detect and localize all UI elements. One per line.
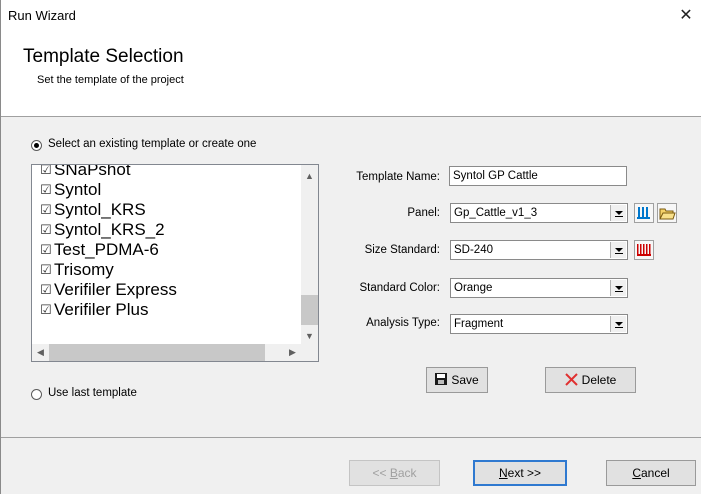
chevron-down-icon[interactable] (610, 242, 626, 258)
list-item[interactable]: ☑ Verifiler Plus (32, 300, 304, 320)
cancel-button[interactable]: Cancel (606, 460, 696, 486)
save-button[interactable]: Save (426, 367, 488, 393)
analysis-type-select[interactable]: Fragment (450, 314, 628, 334)
back-button-label: << Back (372, 466, 417, 480)
panel-bars-icon (637, 207, 650, 219)
size-standard-select[interactable]: SD-240 (450, 240, 628, 260)
list-item[interactable]: ☑ Verifiler Express (32, 280, 304, 300)
next-button-label: Next >> (498, 466, 542, 480)
template-list[interactable]: ☑ SNaPshot ☑ Syntol ☑ Syntol_KRS ☑ Syntol_KRS_2… (31, 164, 319, 362)
chevron-down-icon[interactable] (610, 280, 626, 296)
list-item[interactable]: ☑ Syntol (32, 180, 304, 200)
vertical-scrollbar[interactable]: ▲ ▼ (301, 165, 318, 346)
template-list-items: ☑ SNaPshot ☑ Syntol ☑ Syntol_KRS ☑ Syntol_KRS_2… (32, 164, 304, 320)
checkbox-icon[interactable]: ☑ (40, 284, 52, 297)
list-item-label: Test_PDMA-6 (54, 240, 159, 259)
cancel-button-label: Cancel (632, 466, 670, 480)
back-button[interactable]: << Back (349, 460, 440, 486)
template-name-label: Template Name: (356, 171, 440, 183)
title-bar: Run Wizard ✕ (1, 0, 701, 32)
analysis-type-value: Fragment (454, 318, 504, 330)
delete-button-label: Delete (581, 373, 617, 387)
horizontal-scroll-thumb[interactable] (49, 344, 265, 361)
scroll-left-icon[interactable]: ◀ (32, 347, 49, 358)
save-button-label: Save (451, 373, 479, 387)
checkbox-icon[interactable]: ☑ (40, 224, 52, 237)
checkbox-icon[interactable]: ☑ (40, 165, 52, 177)
list-item[interactable]: ☑ Syntol_KRS_2 (32, 220, 304, 240)
scroll-down-icon[interactable]: ▼ (301, 331, 318, 341)
select-existing-label: Select an existing template or create on… (48, 138, 257, 150)
floppy-disk-icon (435, 373, 448, 385)
vertical-scroll-thumb[interactable] (301, 295, 318, 325)
checkbox-icon[interactable]: ☑ (40, 264, 52, 277)
open-folder-icon (659, 208, 676, 220)
checkbox-icon[interactable]: ☑ (40, 244, 52, 257)
footer-separator (1, 437, 701, 438)
select-existing-radio[interactable] (31, 140, 42, 151)
checkbox-icon[interactable]: ☑ (40, 304, 52, 317)
list-item[interactable]: ☑ Test_PDMA-6 (32, 240, 304, 260)
list-item-label: Trisomy (54, 260, 114, 279)
checkbox-icon[interactable]: ☑ (40, 184, 52, 197)
size-standard-bars-icon (637, 244, 651, 256)
page-title: Template Selection (23, 46, 184, 67)
window-title: Run Wizard (8, 8, 76, 23)
list-item-label: SNaPshot (54, 164, 131, 179)
wizard-header: Template Selection Set the template of t… (1, 32, 701, 117)
list-item-label: Verifiler Plus (54, 300, 149, 319)
open-folder-button[interactable] (657, 203, 677, 223)
list-item-label: Syntol_KRS_2 (54, 220, 165, 239)
scrollbar-corner (301, 344, 318, 361)
panel-select[interactable]: Gp_Cattle_v1_3 (450, 203, 628, 223)
panel-select-value: Gp_Cattle_v1_3 (454, 207, 538, 219)
chevron-down-icon[interactable] (610, 205, 626, 221)
list-item-label: Syntol (54, 180, 102, 199)
size-standard-label: Size Standard: (364, 244, 440, 256)
analysis-type-label: Analysis Type: (366, 317, 440, 329)
run-wizard-window: Run Wizard ✕ Template Selection Set the … (0, 0, 701, 494)
standard-color-select[interactable]: Orange (450, 278, 628, 298)
close-icon[interactable]: ✕ (676, 6, 696, 26)
size-standard-editor-button[interactable] (634, 240, 654, 260)
standard-color-label: Standard Color: (359, 282, 440, 294)
delete-x-icon (564, 373, 578, 386)
scroll-right-icon[interactable]: ▶ (284, 347, 301, 358)
delete-button[interactable]: Delete (545, 367, 636, 393)
scroll-up-icon[interactable]: ▲ (301, 171, 318, 181)
checkbox-icon[interactable]: ☑ (40, 204, 52, 217)
chevron-down-icon[interactable] (610, 316, 626, 332)
panel-label: Panel: (407, 207, 440, 219)
list-item[interactable]: ☑ Syntol_KRS (32, 200, 304, 220)
use-last-template-radio[interactable] (31, 389, 42, 400)
use-last-template-label: Use last template (48, 387, 137, 399)
template-name-input[interactable]: Syntol GP Cattle (449, 166, 627, 186)
standard-color-value: Orange (454, 282, 493, 294)
size-standard-value: SD-240 (454, 244, 493, 256)
panel-editor-button[interactable] (634, 203, 654, 223)
next-button[interactable]: Next >> (473, 460, 567, 486)
page-subtitle: Set the template of the project (37, 74, 184, 86)
list-item[interactable]: ☑ SNaPshot (32, 164, 304, 180)
list-item[interactable]: ☑ Trisomy (32, 260, 304, 280)
list-item-label: Syntol_KRS (54, 200, 146, 219)
horizontal-scrollbar[interactable]: ◀ ▶ (32, 344, 303, 361)
list-item-label: Verifiler Express (54, 280, 177, 299)
